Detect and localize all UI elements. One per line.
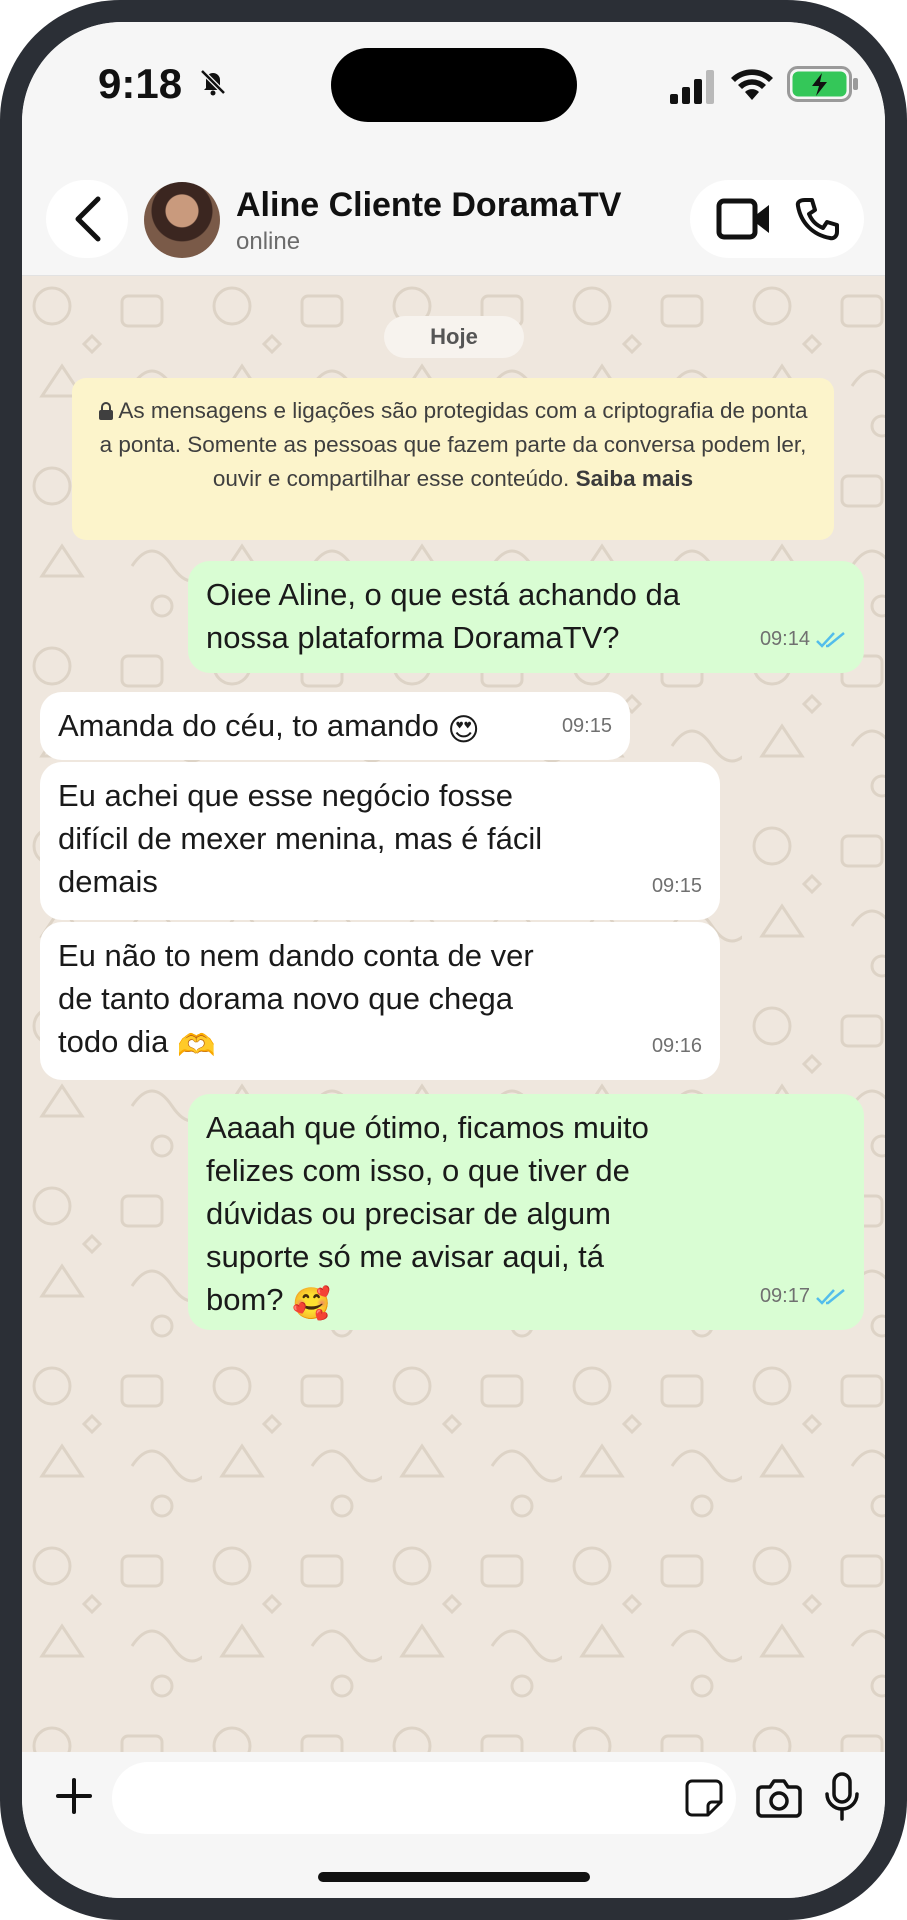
message-text-line: todo dia — [58, 1024, 169, 1059]
date-chip: Hoje — [384, 316, 524, 358]
message-text-line: Eu achei que esse negócio fosse — [58, 778, 513, 813]
sticker-icon[interactable] — [684, 1778, 724, 1818]
message-time: 09:17 — [759, 1285, 810, 1307]
message-time: 09:15 — [651, 875, 702, 897]
battery-charging-icon — [787, 66, 858, 102]
message-meta: 09:14 — [760, 618, 846, 661]
back-icon — [75, 196, 101, 242]
message-text-line: Amanda do céu, to amando — [58, 708, 439, 743]
home-indicator[interactable] — [318, 1872, 590, 1882]
message-meta: 09:17 — [760, 1275, 846, 1318]
message-meta: 09:15 — [562, 705, 612, 748]
camera-icon[interactable] — [756, 1776, 802, 1820]
signal-icon — [670, 70, 714, 104]
message-text-line: nossa plataforma DoramaTV? — [206, 620, 620, 655]
plus-icon[interactable] — [50, 1772, 98, 1820]
learn-more-link[interactable]: Saiba mais — [576, 466, 694, 491]
bell-slash-icon — [200, 69, 226, 96]
contact-avatar[interactable] — [144, 182, 220, 258]
phone-frame: 9:18 Aline Cliente DoramaTV online Hoje … — [0, 0, 907, 1920]
dynamic-island — [331, 48, 577, 122]
contact-name[interactable]: Aline Cliente DoramaTV — [236, 186, 621, 225]
chat-area[interactable]: Hoje As mensagens e ligações são protegi… — [22, 276, 885, 1752]
read-ticks-icon — [816, 1288, 845, 1305]
message-meta: 09:15 — [652, 865, 702, 908]
message-input[interactable] — [112, 1762, 736, 1834]
wifi-icon — [731, 69, 773, 100]
contact-status: online — [236, 228, 301, 255]
message-text-line: de tanto dorama novo que chega — [58, 981, 514, 1016]
video-call-icon[interactable] — [716, 198, 772, 240]
message-text-line: Aaaah que ótimo, ficamos muito — [206, 1110, 649, 1145]
smiling-hearts-emoji: 🥰 — [292, 1286, 331, 1321]
back-button[interactable] — [46, 180, 128, 258]
message-bubble-incoming[interactable]: Eu achei que esse negócio fosse difícil … — [40, 762, 720, 920]
phone-screen: 9:18 Aline Cliente DoramaTV online Hoje … — [22, 22, 885, 1898]
message-text-line: dúvidas ou precisar de algum — [206, 1196, 611, 1231]
message-meta: 09:16 — [652, 1025, 702, 1068]
status-time: 9:18 — [98, 60, 183, 107]
message-time: 09:14 — [759, 628, 810, 650]
message-text-line: Eu não to nem dando conta de ver — [58, 938, 534, 973]
message-bubble-outgoing[interactable]: Oiee Aline, o que está achando da nossa … — [188, 561, 864, 673]
encryption-notice[interactable]: As mensagens e ligações são protegidas c… — [72, 378, 834, 540]
message-time: 09:15 — [561, 715, 612, 737]
message-text-line: demais — [58, 864, 158, 899]
message-text-line: Oiee Aline, o que está achando da — [206, 577, 680, 612]
message-time: 09:16 — [651, 1035, 702, 1057]
message-text-line: felizes com isso, o que tiver de — [206, 1153, 630, 1188]
heart-hands-emoji: 🫶 — [176, 1028, 216, 1063]
message-bubble-outgoing[interactable]: Aaaah que ótimo, ficamos muito felizes c… — [188, 1094, 864, 1330]
read-ticks-icon — [816, 631, 845, 648]
message-bubble-incoming[interactable]: Amanda do céu, to amando 😍 09:15 — [40, 692, 630, 760]
heart-eyes-emoji: 😍 — [447, 712, 480, 747]
phone-icon[interactable] — [795, 197, 839, 241]
message-text-line: bom? — [206, 1282, 284, 1317]
message-text-line: difícil de mexer menina, mas é fácil — [58, 821, 543, 856]
lock-icon — [99, 402, 114, 420]
chat-header: Aline Cliente DoramaTV online — [22, 162, 885, 276]
message-bubble-incoming[interactable]: Eu não to nem dando conta de ver de tant… — [40, 922, 720, 1080]
encryption-notice-text: As mensagens e ligações são protegidas c… — [99, 398, 808, 491]
microphone-icon[interactable] — [824, 1772, 860, 1822]
call-buttons — [690, 180, 864, 258]
status-bar: 9:18 — [22, 22, 885, 162]
message-text-line: suporte só me avisar aqui, tá — [206, 1239, 605, 1274]
